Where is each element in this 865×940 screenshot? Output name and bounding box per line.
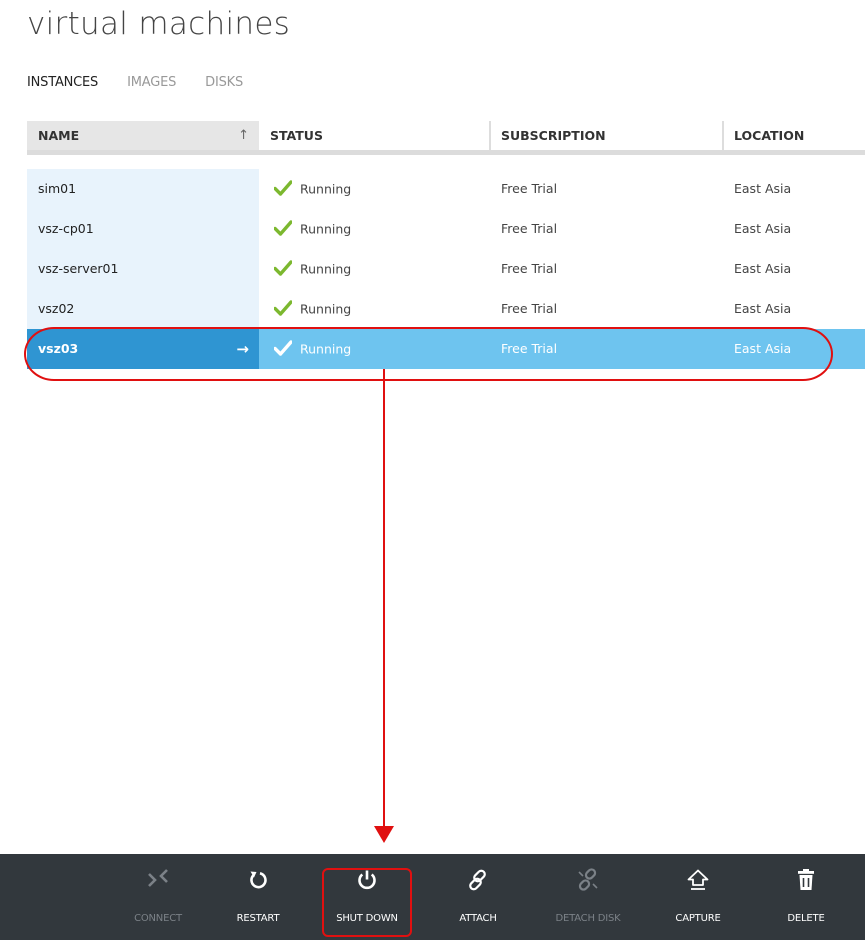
column-header-name[interactable]: NAME ↑: [27, 121, 259, 150]
vm-status: Running: [259, 289, 490, 329]
tab-instances[interactable]: INSTANCES: [27, 75, 98, 90]
vm-location: East Asia: [734, 301, 792, 316]
vm-name[interactable]: vsz-server01: [27, 249, 259, 289]
capture-button[interactable]: CAPTURE: [660, 854, 736, 940]
restart-button[interactable]: RESTART: [222, 854, 294, 940]
broken-link-icon: [578, 868, 598, 891]
attach-label: ATTACH: [459, 913, 497, 924]
attach-button[interactable]: ATTACH: [440, 854, 516, 940]
delete-label: DELETE: [787, 913, 825, 924]
tab-images[interactable]: IMAGES: [127, 75, 176, 90]
vm-name[interactable]: sim01: [27, 169, 259, 209]
link-icon: [469, 869, 486, 891]
tab-disks[interactable]: DISKS: [205, 75, 243, 90]
vm-status: Running: [259, 209, 490, 249]
check-icon: [274, 180, 292, 196]
check-icon: [274, 300, 292, 316]
vm-status-text: Running: [300, 341, 352, 357]
vm-subscription: Free Trial: [501, 221, 558, 236]
detach-disk-label: DETACH DISK: [555, 913, 621, 924]
trash-icon: [798, 869, 814, 890]
connect-button[interactable]: CONNECT: [120, 854, 196, 940]
vm-location: East Asia: [734, 181, 792, 196]
connect-icon: [148, 869, 168, 887]
tab-bar: INSTANCES IMAGES DISKS: [27, 75, 272, 90]
vm-subscription: Free Trial: [501, 181, 558, 196]
vm-status: Running: [259, 169, 490, 209]
vm-location: East Asia: [734, 221, 792, 236]
check-icon: [274, 260, 292, 276]
vm-status-text: Running: [300, 181, 352, 197]
check-icon: [274, 340, 292, 356]
grid-header: NAME ↑ STATUS SUBSCRIPTION LOCATION: [27, 121, 865, 155]
vm-status-text: Running: [300, 301, 352, 317]
column-header-subscription[interactable]: SUBSCRIPTION: [490, 121, 723, 150]
annotation-arrowhead: [374, 826, 394, 843]
vm-grid: NAME ↑ STATUS SUBSCRIPTION LOCATION sim0…: [27, 121, 865, 369]
vm-name[interactable]: vsz03 →: [27, 329, 259, 369]
vm-status-text: Running: [300, 221, 352, 237]
annotation-arrow-line: [383, 369, 385, 828]
vm-subscription: Free Trial: [501, 261, 558, 276]
vm-subscription: Free Trial: [490, 329, 723, 369]
column-header-name-label: NAME: [38, 128, 80, 143]
column-header-status[interactable]: STATUS: [259, 121, 490, 150]
power-icon: [358, 870, 376, 890]
capture-icon: [687, 869, 709, 890]
restart-label: RESTART: [236, 913, 280, 924]
connect-label: CONNECT: [134, 913, 182, 924]
delete-button[interactable]: DELETE: [772, 854, 840, 940]
vm-status: Running: [259, 249, 490, 289]
check-icon: [274, 220, 292, 236]
table-row[interactable]: vsz-cp01 Running Free Trial East Asia: [27, 209, 865, 249]
vm-name[interactable]: vsz02: [27, 289, 259, 329]
command-bar: CONNECT RESTART SHUT DOWN ATTACH DETACH …: [0, 854, 865, 940]
table-row[interactable]: vsz-server01 Running Free Trial East Asi…: [27, 249, 865, 289]
vm-status: Running: [259, 329, 490, 369]
vm-status-text: Running: [300, 261, 352, 277]
vm-subscription: Free Trial: [501, 301, 558, 316]
page-title: virtual machines: [27, 6, 291, 42]
vm-location: East Asia: [734, 261, 792, 276]
sort-ascending-icon[interactable]: ↑: [238, 121, 249, 150]
detach-disk-button[interactable]: DETACH DISK: [540, 854, 636, 940]
restart-icon: [250, 871, 267, 889]
vm-location: East Asia: [723, 329, 865, 369]
table-row-selected[interactable]: vsz03 → Running Free Trial East Asia: [27, 329, 865, 369]
table-row[interactable]: sim01 Running Free Trial East Asia: [27, 169, 865, 209]
arrow-right-icon[interactable]: →: [236, 329, 249, 369]
shut-down-label: SHUT DOWN: [336, 913, 398, 924]
column-header-location[interactable]: LOCATION: [723, 121, 865, 150]
shut-down-button[interactable]: SHUT DOWN: [325, 854, 409, 940]
grid-rows: sim01 Running Free Trial East Asia vsz-c…: [27, 169, 865, 369]
capture-label: CAPTURE: [675, 913, 721, 924]
table-row[interactable]: vsz02 Running Free Trial East Asia: [27, 289, 865, 329]
vm-name[interactable]: vsz-cp01: [27, 209, 259, 249]
vm-name-text: vsz03: [38, 341, 79, 356]
